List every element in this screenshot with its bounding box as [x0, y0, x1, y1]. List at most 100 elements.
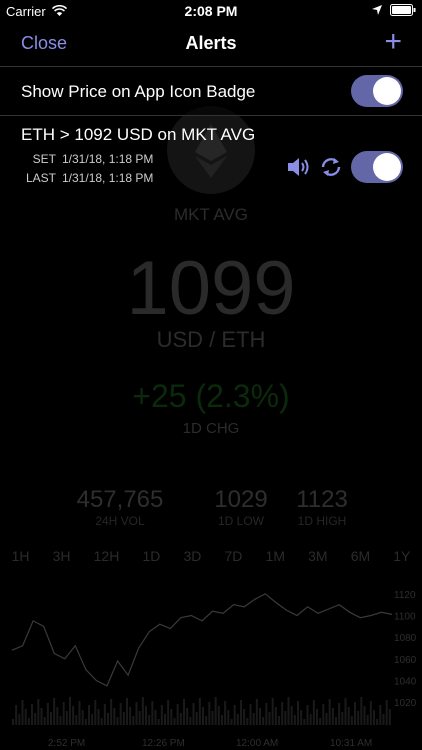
range-12h[interactable]: 12H [94, 548, 120, 564]
volume-bar [303, 719, 306, 725]
volume-bar [290, 706, 293, 725]
stat-label: 1D LOW [217, 514, 264, 528]
alert-toggle[interactable] [351, 151, 403, 183]
volume-bar [268, 712, 271, 725]
volume-bar [350, 716, 353, 725]
add-alert-button[interactable]: + [384, 27, 402, 57]
volume-bar [116, 717, 119, 725]
speaker-icon[interactable] [286, 156, 312, 178]
volume-bar [224, 701, 227, 725]
volume-bar [94, 700, 97, 725]
volume-bar [312, 700, 315, 725]
range-1y[interactable]: 1Y [393, 548, 410, 564]
volume-bar [246, 718, 249, 725]
range-7d[interactable]: 7D [225, 548, 243, 564]
range-1d[interactable]: 1D [142, 548, 160, 564]
volume-bar [62, 702, 65, 725]
y-tick-label: 1080 [394, 633, 417, 644]
wifi-icon [52, 5, 67, 16]
volume-bar [243, 709, 246, 725]
eth-logo-icon [167, 106, 255, 194]
volume-bar [145, 706, 147, 725]
volume-bar [306, 705, 309, 725]
volume-bar [347, 707, 350, 725]
volume-bar [271, 698, 274, 725]
stat-24h-vol: 457,765 24H VOL [60, 486, 180, 528]
x-tick-label: 2:52 PM [48, 738, 85, 749]
volume-bar [322, 704, 325, 725]
volume-bar [97, 709, 100, 725]
volume-bar [15, 705, 18, 725]
range-1h[interactable]: 1H [12, 548, 30, 564]
volume-bar [376, 719, 379, 725]
volume-bar [227, 710, 230, 725]
range-6m[interactable]: 6M [351, 548, 370, 564]
volume-bar [72, 706, 75, 725]
volume-bar [357, 711, 360, 725]
volume-bar [21, 700, 24, 725]
volume-bar [335, 717, 337, 725]
volume-bar [249, 704, 252, 725]
badge-setting-row: Show Price on App Icon Badge [0, 66, 422, 116]
volume-bar [259, 708, 261, 725]
volume-bar [24, 709, 27, 725]
last-value: 1/31/18, 1:18 PM [62, 171, 154, 185]
volume-bar [141, 697, 144, 725]
volume-bar [230, 719, 233, 725]
y-tick-label: 1020 [394, 698, 417, 709]
volume-bar [354, 702, 356, 725]
y-tick-label: 1060 [394, 655, 417, 666]
volume-bar [46, 703, 49, 725]
volume-bar [18, 714, 21, 725]
volume-bar [126, 698, 128, 725]
volume-bar [338, 703, 341, 725]
volume-bar [129, 707, 132, 725]
range-3h[interactable]: 3H [53, 548, 71, 564]
volume-bar [59, 716, 62, 725]
volume-bar [189, 717, 192, 725]
volume-bar [319, 718, 322, 725]
navigation-bar: Close Alerts + [0, 22, 422, 66]
volume-bar [369, 701, 372, 725]
battery-icon [390, 4, 416, 16]
volume-bar [202, 707, 204, 725]
volume-bar [69, 697, 71, 725]
volume-bar [366, 715, 369, 725]
stat-value: 1123 [296, 486, 348, 513]
volume-bar [100, 718, 103, 725]
stat-1d-low: 1029 1D LOW [205, 486, 277, 528]
volume-bar [34, 713, 37, 725]
badge-toggle[interactable] [351, 75, 403, 107]
volume-bar [167, 700, 170, 725]
stat-label: 1D HIGH [297, 514, 347, 528]
volume-bar [341, 712, 344, 725]
range-3m[interactable]: 3M [308, 548, 327, 564]
price-line [11, 593, 393, 687]
volume-bar [360, 697, 363, 725]
volume-bar [88, 705, 90, 725]
volume-bar [255, 699, 258, 725]
market-source: MKT AVG [173, 205, 248, 224]
volume-bar [157, 719, 160, 725]
volume-bar [208, 702, 211, 725]
x-tick-label: 12:26 PM [142, 738, 185, 749]
volume-bar [56, 707, 59, 725]
change-label: 1D CHG [182, 420, 240, 437]
volume-bar [198, 698, 201, 725]
volume-bar [316, 709, 318, 725]
volume-bar [379, 705, 382, 725]
volume-bar [293, 715, 296, 725]
volume-bar [154, 710, 157, 725]
range-3d[interactable]: 3D [183, 548, 201, 564]
volume-bar [297, 701, 299, 725]
volume-bar [236, 714, 239, 725]
x-tick-label: 12:00 AM [236, 738, 278, 749]
range-1m[interactable]: 1M [266, 548, 285, 564]
repeat-icon[interactable] [319, 156, 343, 178]
volume-bar [331, 708, 334, 725]
volume-bar [173, 718, 176, 725]
page-title: Alerts [185, 33, 237, 53]
volume-bar [388, 709, 391, 725]
volume-bar [265, 703, 268, 725]
volume-bar [160, 705, 163, 725]
